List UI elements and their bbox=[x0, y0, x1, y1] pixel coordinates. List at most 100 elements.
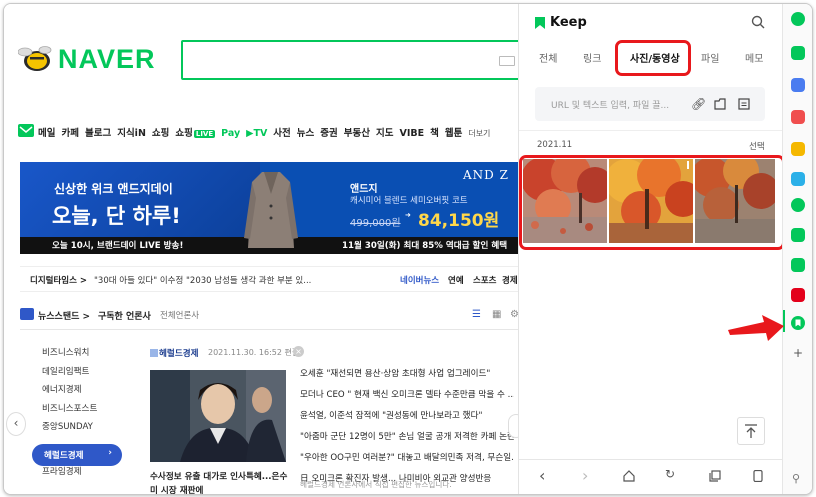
news-photo[interactable] bbox=[150, 370, 286, 462]
ticker-source[interactable]: 디지털타임스 > bbox=[30, 274, 87, 286]
news-app-icon[interactable] bbox=[791, 288, 805, 302]
naver-logo[interactable]: NAVER bbox=[58, 44, 156, 75]
nav-map[interactable]: 지도 bbox=[376, 125, 393, 139]
search-input[interactable] bbox=[181, 40, 519, 80]
nav-book[interactable]: 책 bbox=[430, 125, 439, 139]
news-ticker: 디지털타임스 > "30대 아들 있다" 이수정 "2030 남성들 생각 과한… bbox=[20, 266, 519, 292]
folder-icon[interactable] bbox=[714, 98, 726, 110]
memo-icon[interactable] bbox=[738, 98, 750, 110]
subscribed-press-link[interactable]: 구독한 언론사 bbox=[98, 309, 151, 322]
photos-highlight-box bbox=[519, 155, 785, 250]
nav-blog[interactable]: 블로그 bbox=[85, 125, 111, 139]
nav-vibe[interactable]: VIBE bbox=[399, 128, 424, 139]
tab-link[interactable]: 링크 bbox=[583, 50, 601, 65]
press-item[interactable]: 비즈니스워치 bbox=[20, 344, 138, 363]
nav-dict[interactable]: 사전 bbox=[273, 125, 290, 139]
headline-item[interactable]: 윤석열, 이준석 잠적에 "권성동에 만나보라고 했다" bbox=[300, 406, 514, 427]
article-press[interactable]: 헤럴드경제 bbox=[159, 347, 199, 359]
banner-footer: 11월 30일(화) 최대 85% 역대급 할인 혜택 bbox=[342, 241, 508, 251]
home-icon[interactable] bbox=[623, 470, 635, 482]
nav-tv[interactable]: ▶TV bbox=[246, 128, 267, 139]
month-label: 2021.11 bbox=[537, 140, 573, 150]
chat-icon[interactable] bbox=[791, 46, 805, 60]
ticker-economy[interactable]: 경제 bbox=[502, 274, 518, 286]
add-icon[interactable]: + bbox=[793, 346, 803, 360]
browser-window: NAVER 메일 카페 블로그 지식iN 쇼핑 쇼핑 LIVE Pay ▶TV 사전 뉴스 증권 부동산… bbox=[3, 3, 813, 495]
back-icon[interactable]: ‹ bbox=[539, 466, 545, 485]
whale-sidebar: + ⚲ bbox=[782, 4, 812, 494]
headline-item[interactable]: "아줌마 군단 12명이 5만" 손님 얼굴 공개 저격한 카페 논란 bbox=[300, 427, 514, 448]
keep-sidebar-icon[interactable] bbox=[791, 316, 805, 330]
play-icon[interactable] bbox=[791, 198, 805, 212]
naver-news-link[interactable]: 네이버뉴스 bbox=[400, 274, 439, 286]
nav-mail[interactable]: 메일 bbox=[38, 125, 55, 139]
message-icon[interactable] bbox=[791, 258, 805, 272]
url-text-input[interactable]: URL 및 텍스트 입력, 파일 끌... 🔗︎ bbox=[535, 87, 765, 121]
banner-brand: 앤드지 bbox=[350, 184, 378, 195]
nav-shopping[interactable]: 쇼핑 bbox=[152, 125, 169, 139]
live-badge: LIVE bbox=[193, 130, 216, 138]
banner-live-text: 오늘 10시, 브랜드데이 LIVE 방송! bbox=[52, 241, 184, 251]
tabs-icon[interactable] bbox=[709, 470, 721, 482]
press-item[interactable]: 비즈니스포스트 bbox=[20, 400, 138, 419]
banner-line2: 오늘, 단 하루! bbox=[52, 204, 181, 228]
prev-arrow-button[interactable]: ‹ bbox=[6, 412, 26, 436]
nav-cafe[interactable]: 카페 bbox=[61, 125, 78, 139]
nav-stock[interactable]: 증권 bbox=[320, 125, 337, 139]
newsstand-title[interactable]: 뉴스스탠드 > bbox=[38, 309, 90, 322]
photo-caption-line1[interactable]: 수사정보 유출 대가로 인사특혜...은수 bbox=[150, 470, 287, 482]
input-placeholder: URL 및 텍스트 입력, 파일 끌... bbox=[551, 101, 670, 111]
pin-icon[interactable]: ⚲ bbox=[792, 472, 800, 485]
tab-file[interactable]: 파일 bbox=[701, 50, 719, 65]
photo-caption-line2[interactable]: 미 시장 재판에 bbox=[150, 484, 203, 494]
nav-more[interactable]: 더보기 bbox=[468, 128, 490, 139]
close-icon[interactable]: × bbox=[293, 346, 304, 357]
keep-title: Keep bbox=[550, 15, 587, 30]
nav-realestate[interactable]: 부동산 bbox=[344, 125, 370, 139]
headline-item[interactable]: 모더나 CEO " 현재 백신 오미크론 델타 수준만큼 막을 수 ... bbox=[300, 385, 514, 406]
nav-news[interactable]: 뉴스 bbox=[297, 125, 314, 139]
pocket-icon[interactable] bbox=[791, 110, 805, 124]
forward-icon[interactable]: › bbox=[582, 466, 588, 485]
calendar-icon[interactable] bbox=[791, 78, 805, 92]
mobile-icon[interactable] bbox=[753, 470, 763, 482]
ticker-sports[interactable]: 스포츠 bbox=[473, 274, 496, 286]
translate-icon[interactable] bbox=[791, 172, 805, 186]
keyboard-icon[interactable] bbox=[499, 56, 515, 66]
press-item-active[interactable]: 헤럴드경제 › bbox=[32, 444, 122, 466]
nav-shopping-live[interactable]: 쇼핑 bbox=[175, 125, 192, 139]
article-footer: 헤럴드경제 언론사에서 직접 편집한 뉴스입니다. bbox=[300, 480, 452, 489]
naver-homepage: NAVER 메일 카페 블로그 지식iN 쇼핑 쇼핑 LIVE Pay ▶TV 사전 뉴스 증권 부동산… bbox=[4, 4, 519, 494]
ad-banner[interactable]: 신상한 위크 앤드지데이 오늘, 단 하루! 오늘 10시, 브랜드데이 LIV… bbox=[20, 162, 519, 254]
press-item[interactable]: 에너지경제 bbox=[20, 381, 138, 400]
nav-kin[interactable]: 지식iN bbox=[117, 125, 146, 139]
headline-item[interactable]: 오세훈 "재선되면 용산·상암 초대형 사업 업그레이드" bbox=[300, 364, 514, 385]
bus-icon[interactable] bbox=[791, 228, 805, 242]
tab-all[interactable]: 전체 bbox=[539, 50, 557, 65]
naver-mascot-icon bbox=[18, 44, 54, 74]
ticker-entertainment[interactable]: 연예 bbox=[448, 274, 464, 286]
star-icon[interactable] bbox=[791, 142, 805, 156]
whale-icon[interactable] bbox=[791, 12, 805, 26]
select-button[interactable]: 선택 bbox=[749, 140, 765, 152]
nav-webtoon[interactable]: 웹툰 bbox=[445, 125, 462, 139]
ticker-headline[interactable]: "30대 아들 있다" 이수정 "2030 남성들 생각 과한 부분 있... bbox=[94, 274, 311, 286]
headline-item[interactable]: "우아한 OO구민 여러분?" 대놓고 배달의민족 저격, 무슨일... bbox=[300, 448, 514, 469]
search-icon[interactable] bbox=[751, 15, 765, 29]
banner-product: 캐시미어 블렌드 세미오버핏 코트 bbox=[350, 196, 468, 206]
list-view-icon[interactable]: ☰ bbox=[472, 309, 481, 320]
keep-bookmark-icon bbox=[535, 17, 545, 29]
press-item[interactable]: 데일리임팩트 bbox=[20, 363, 138, 382]
link-icon[interactable]: 🔗︎ bbox=[691, 97, 706, 111]
brand-logo: AND Z bbox=[463, 168, 509, 182]
refresh-icon[interactable]: ↻ bbox=[665, 467, 675, 481]
all-press-link[interactable]: 전체언론사 bbox=[160, 309, 199, 321]
tab-memo[interactable]: 메모 bbox=[745, 50, 763, 65]
keep-panel: Keep 전체 링크 사진/동영상 파일 메모 URL 및 텍스트 입력, 파일… bbox=[518, 4, 785, 494]
banner-line1: 신상한 위크 앤드지데이 bbox=[54, 182, 173, 196]
mail-icon[interactable] bbox=[18, 124, 34, 137]
scroll-top-button[interactable] bbox=[737, 417, 765, 445]
nav-pay[interactable]: Pay bbox=[221, 128, 240, 139]
grid-view-icon[interactable]: ▦ bbox=[492, 309, 501, 320]
press-item[interactable]: 중앙SUNDAY bbox=[20, 418, 138, 437]
